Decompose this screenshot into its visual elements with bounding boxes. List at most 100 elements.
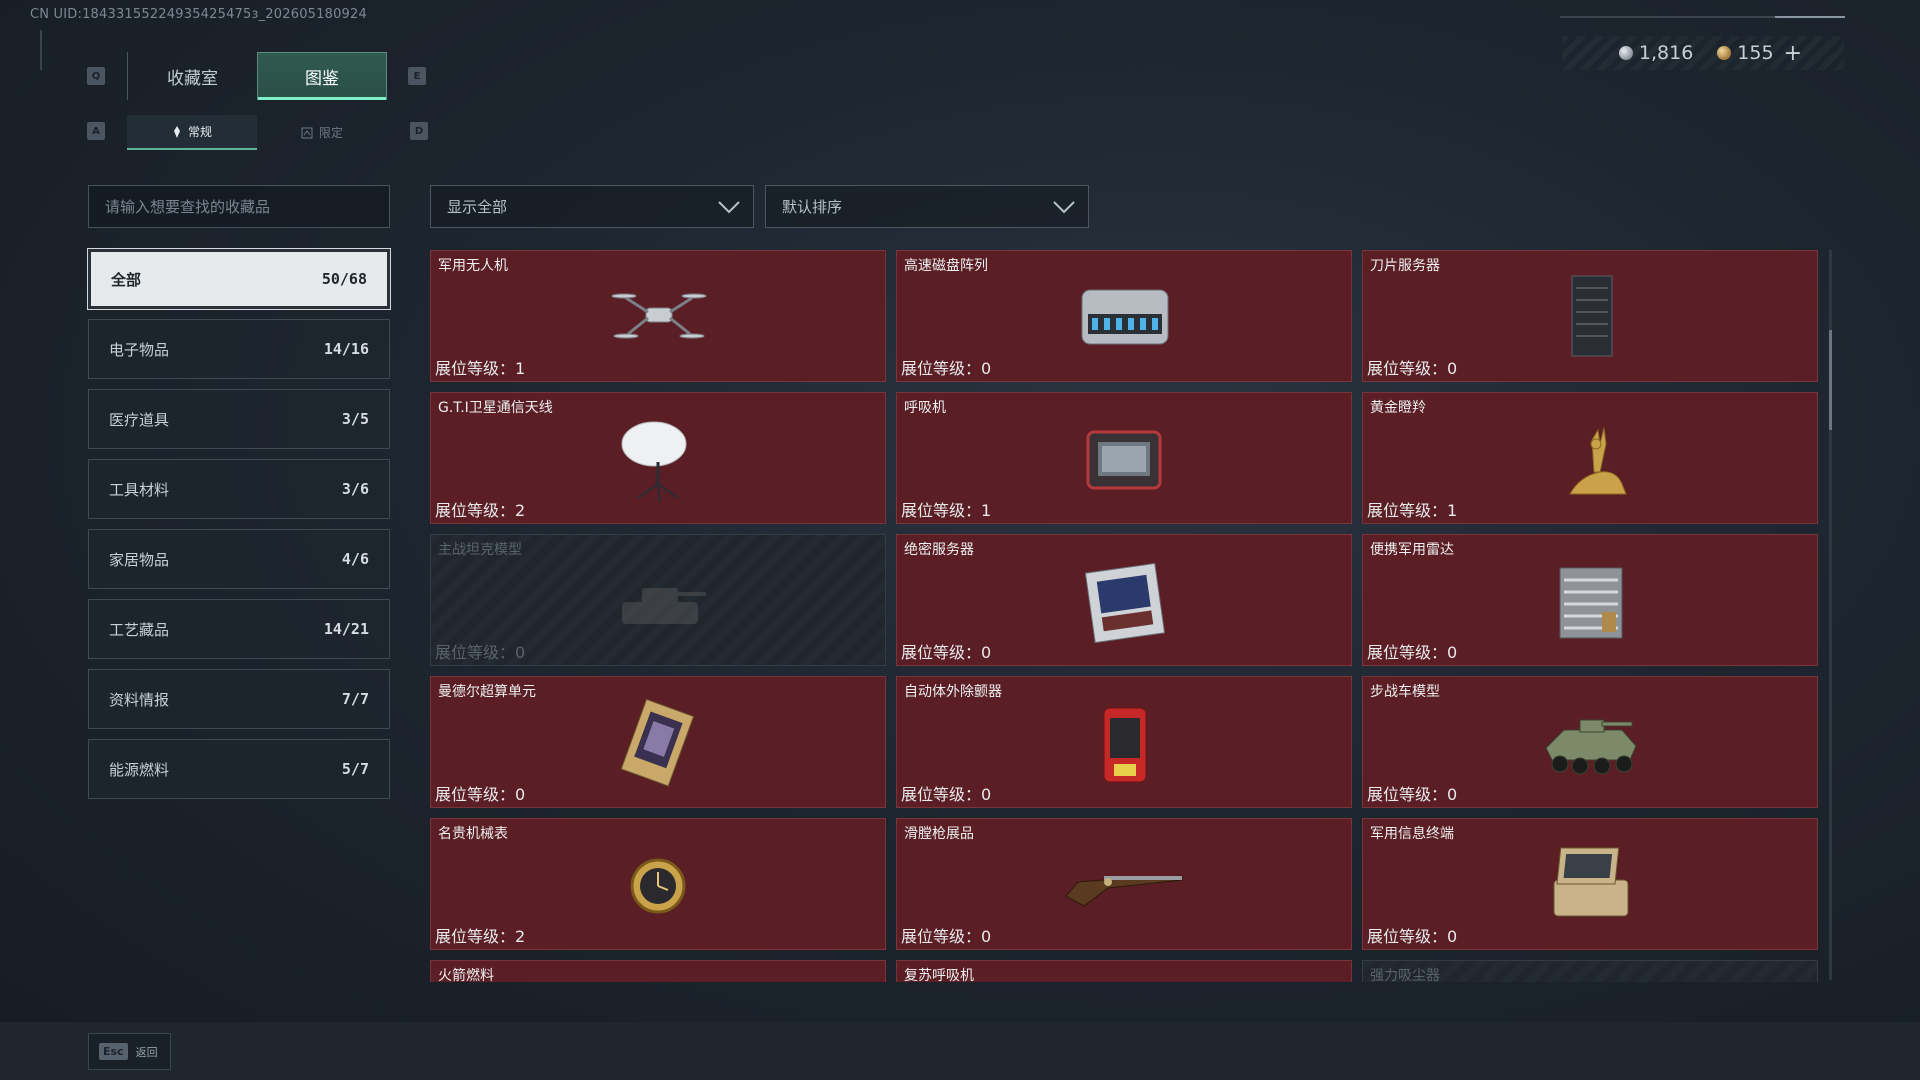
collection-card[interactable]: 主战坦克模型 展位等级：0 [430, 534, 886, 666]
category-label: 医疗道具 [109, 410, 170, 429]
category-intel[interactable]: 资料情报 7/7 [88, 669, 390, 729]
item-name: 名贵机械表 [438, 826, 508, 842]
tab-regular[interactable]: 常规 [127, 115, 257, 150]
tab-limited-label: 限定 [318, 126, 343, 140]
category-electronics[interactable]: 电子物品 14/16 [88, 319, 390, 379]
item-name: G.T.I卫星通信天线 [438, 400, 553, 416]
ventilator-icon [1086, 430, 1162, 490]
drone-icon [611, 293, 707, 339]
esc-key-icon: Esc [99, 1043, 128, 1060]
category-household[interactable]: 家居物品 4/6 [88, 529, 390, 589]
filter-label: 显示全部 [447, 198, 508, 216]
key-q-hint: Q [87, 67, 105, 85]
vacuum-icon [1530, 978, 1650, 982]
tab-regular-label: 常规 [187, 125, 212, 139]
category-label: 全部 [111, 270, 142, 289]
add-currency-icon[interactable]: + [1784, 41, 1802, 66]
exhibit-level: 展位等级：0 [901, 643, 992, 662]
category-crafts[interactable]: 工艺藏品 14/21 [88, 599, 390, 659]
item-grid: 军用无人机 展位等级：1 高速磁盘阵列 展位等级：0 刀片服务器 展位等级：0 G.T.I卫… [430, 250, 1820, 982]
category-count: 50/68 [321, 270, 367, 288]
search-input[interactable] [88, 185, 390, 228]
collection-card[interactable]: 黄金瞪羚展位等级：1 [1362, 392, 1818, 524]
gold-currency[interactable]: 155 + [1717, 41, 1802, 66]
collection-card[interactable]: 曼德尔超算单元 展位等级：0 [430, 676, 886, 808]
category-energy[interactable]: 能源燃料 5/7 [88, 739, 390, 799]
collection-card[interactable]: 复苏呼吸机 [896, 960, 1352, 982]
exhibit-level: 展位等级：2 [435, 927, 526, 946]
category-count: 14/16 [323, 340, 369, 358]
back-label: 返回 [135, 1045, 158, 1059]
item-name: 黄金瞪羚 [1370, 400, 1426, 416]
item-name: 呼吸机 [904, 400, 946, 416]
item-name: 滑膛枪展品 [904, 826, 974, 842]
main-tabs: 收藏室 图鉴 [127, 52, 387, 100]
category-count: 4/6 [341, 550, 369, 568]
grid-scrollbar[interactable] [1829, 250, 1832, 980]
exhibit-level: 展位等级：1 [435, 359, 526, 378]
exhibit-level: 展位等级：0 [1367, 785, 1458, 804]
item-name: 军用信息终端 [1370, 826, 1454, 842]
collection-card[interactable]: 高速磁盘阵列 展位等级：0 [896, 250, 1352, 382]
item-name: 火箭燃料 [438, 968, 494, 982]
collection-card[interactable]: 军用信息终端 展位等级：0 [1362, 818, 1818, 950]
item-name: 刀片服务器 [1370, 258, 1440, 274]
chevron-down-icon [1053, 200, 1075, 213]
filter-dropdown[interactable]: 显示全部 [430, 185, 754, 228]
sub-tabs: 常规 限定 [127, 115, 387, 150]
collection-card[interactable]: 便携军用雷达 展位等级：0 [1362, 534, 1818, 666]
category-all[interactable]: 全部 50/68 [88, 249, 390, 309]
collection-card[interactable]: 自动体外除颤器 展位等级：0 [896, 676, 1352, 808]
category-label: 工具材料 [109, 480, 170, 499]
regular-icon [173, 125, 180, 138]
exhibit-level: 展位等级：2 [435, 501, 526, 520]
resuscitator-icon [1064, 978, 1184, 982]
collection-card[interactable]: G.T.I卫星通信天线 展位等级：2 [430, 392, 886, 524]
collection-card[interactable]: 绝密服务器 展位等级：0 [896, 534, 1352, 666]
collection-card[interactable]: 滑膛枪展品展位等级：0 [896, 818, 1352, 950]
collection-card[interactable]: 刀片服务器 展位等级：0 [1362, 250, 1818, 382]
item-name: 军用无人机 [438, 258, 508, 274]
terminal-icon [1553, 847, 1629, 917]
category-medical[interactable]: 医疗道具 3/5 [88, 389, 390, 449]
collection-card[interactable]: 火箭燃料 [430, 960, 886, 982]
category-count: 7/7 [341, 690, 369, 708]
radar-icon [1559, 567, 1623, 639]
edge-decoration [40, 30, 46, 70]
supercomputer-unit-icon [620, 698, 695, 787]
collection-card[interactable]: 步战车模型 展位等级：0 [1362, 676, 1818, 808]
exhibit-level: 展位等级：1 [901, 501, 992, 520]
category-count: 3/6 [341, 480, 369, 498]
sort-dropdown[interactable]: 默认排序 [765, 185, 1089, 228]
tab-collection-room[interactable]: 收藏室 [127, 52, 257, 100]
category-label: 工艺藏品 [109, 620, 170, 639]
exhibit-level: 展位等级：0 [435, 785, 526, 804]
collection-card[interactable]: 呼吸机展位等级：1 [896, 392, 1352, 524]
chevron-down-icon [718, 200, 740, 213]
tab-limited[interactable]: 限定 [257, 115, 387, 150]
collection-card[interactable]: 强力吸尘器 [1362, 960, 1818, 982]
sort-label: 默认排序 [782, 198, 843, 216]
gold-coin-icon [1717, 46, 1732, 60]
limited-icon [301, 127, 313, 138]
exhibit-level: 展位等级：1 [1367, 501, 1458, 520]
category-tools[interactable]: 工具材料 3/6 [88, 459, 390, 519]
category-label: 资料情报 [109, 690, 170, 709]
category-count: 14/21 [323, 620, 369, 638]
item-name: 主战坦克模型 [438, 542, 522, 558]
scrollbar-thumb[interactable] [1829, 330, 1832, 430]
tab-catalog[interactable]: 图鉴 [257, 52, 387, 100]
category-label: 能源燃料 [109, 760, 170, 779]
silver-currency: 1,816 [1618, 42, 1693, 64]
defibrillator-icon [1103, 707, 1147, 783]
exhibit-level: 展位等级：0 [901, 785, 992, 804]
item-name: 曼德尔超算单元 [438, 684, 536, 700]
collection-card[interactable]: 名贵机械表展位等级：2 [430, 818, 886, 950]
category-count: 3/5 [341, 410, 369, 428]
collection-card[interactable]: 军用无人机展位等级：1 [430, 250, 886, 382]
rocket-fuel-icon [598, 978, 718, 982]
exhibit-level: 展位等级：0 [901, 927, 992, 946]
back-button[interactable]: Esc 返回 [88, 1033, 171, 1070]
secret-server-icon [1084, 562, 1166, 644]
watch-icon [630, 858, 686, 914]
